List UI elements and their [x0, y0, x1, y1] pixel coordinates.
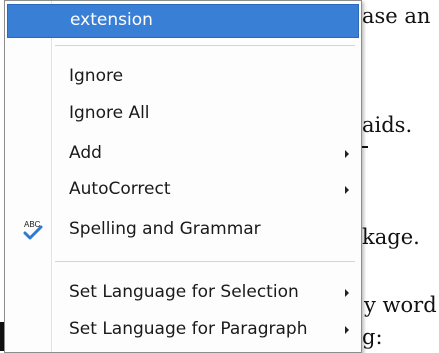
submenu-arrow-icon: [345, 150, 349, 158]
spelling-check-icon: ABC: [21, 218, 45, 242]
set-language-selection-item[interactable]: Set Language for Selection: [7, 277, 359, 309]
menu-separator: [55, 45, 355, 46]
doc-text-fragment: kage.: [362, 225, 420, 249]
autocorrect-label: AutoCorrect: [69, 179, 171, 199]
submenu-arrow-icon: [345, 289, 349, 297]
context-menu: extension Ignore Ignore All Add AutoCorr…: [4, 0, 362, 353]
add-label: Add: [69, 143, 102, 163]
doc-text-fragment: g:: [362, 325, 383, 349]
ignore-label: Ignore: [69, 66, 124, 86]
submenu-arrow-icon: [345, 326, 349, 334]
ignore-all-item[interactable]: Ignore All: [7, 98, 359, 130]
menu-separator: [55, 261, 355, 262]
spelling-grammar-label: Spelling and Grammar: [69, 219, 261, 239]
doc-text-fragment: y word: [364, 293, 437, 317]
set-language-paragraph-item[interactable]: Set Language for Paragraph: [7, 314, 359, 346]
submenu-arrow-icon: [345, 186, 349, 194]
ignore-item[interactable]: Ignore: [7, 61, 359, 93]
doc-text-fragment: ase an: [362, 4, 431, 28]
suggestion-label: extension: [70, 10, 153, 30]
add-item[interactable]: Add: [7, 138, 359, 170]
spelling-icon-text: ABC: [24, 220, 41, 229]
doc-text-fragment: aids.: [362, 113, 413, 137]
ignore-all-label: Ignore All: [69, 103, 150, 123]
set-language-paragraph-label: Set Language for Paragraph: [69, 319, 308, 339]
doc-dash: [362, 146, 368, 148]
set-language-selection-label: Set Language for Selection: [69, 282, 299, 302]
autocorrect-item[interactable]: AutoCorrect: [7, 174, 359, 206]
suggestion-extension[interactable]: extension: [7, 4, 359, 38]
spelling-grammar-item[interactable]: ABC Spelling and Grammar: [7, 214, 359, 246]
